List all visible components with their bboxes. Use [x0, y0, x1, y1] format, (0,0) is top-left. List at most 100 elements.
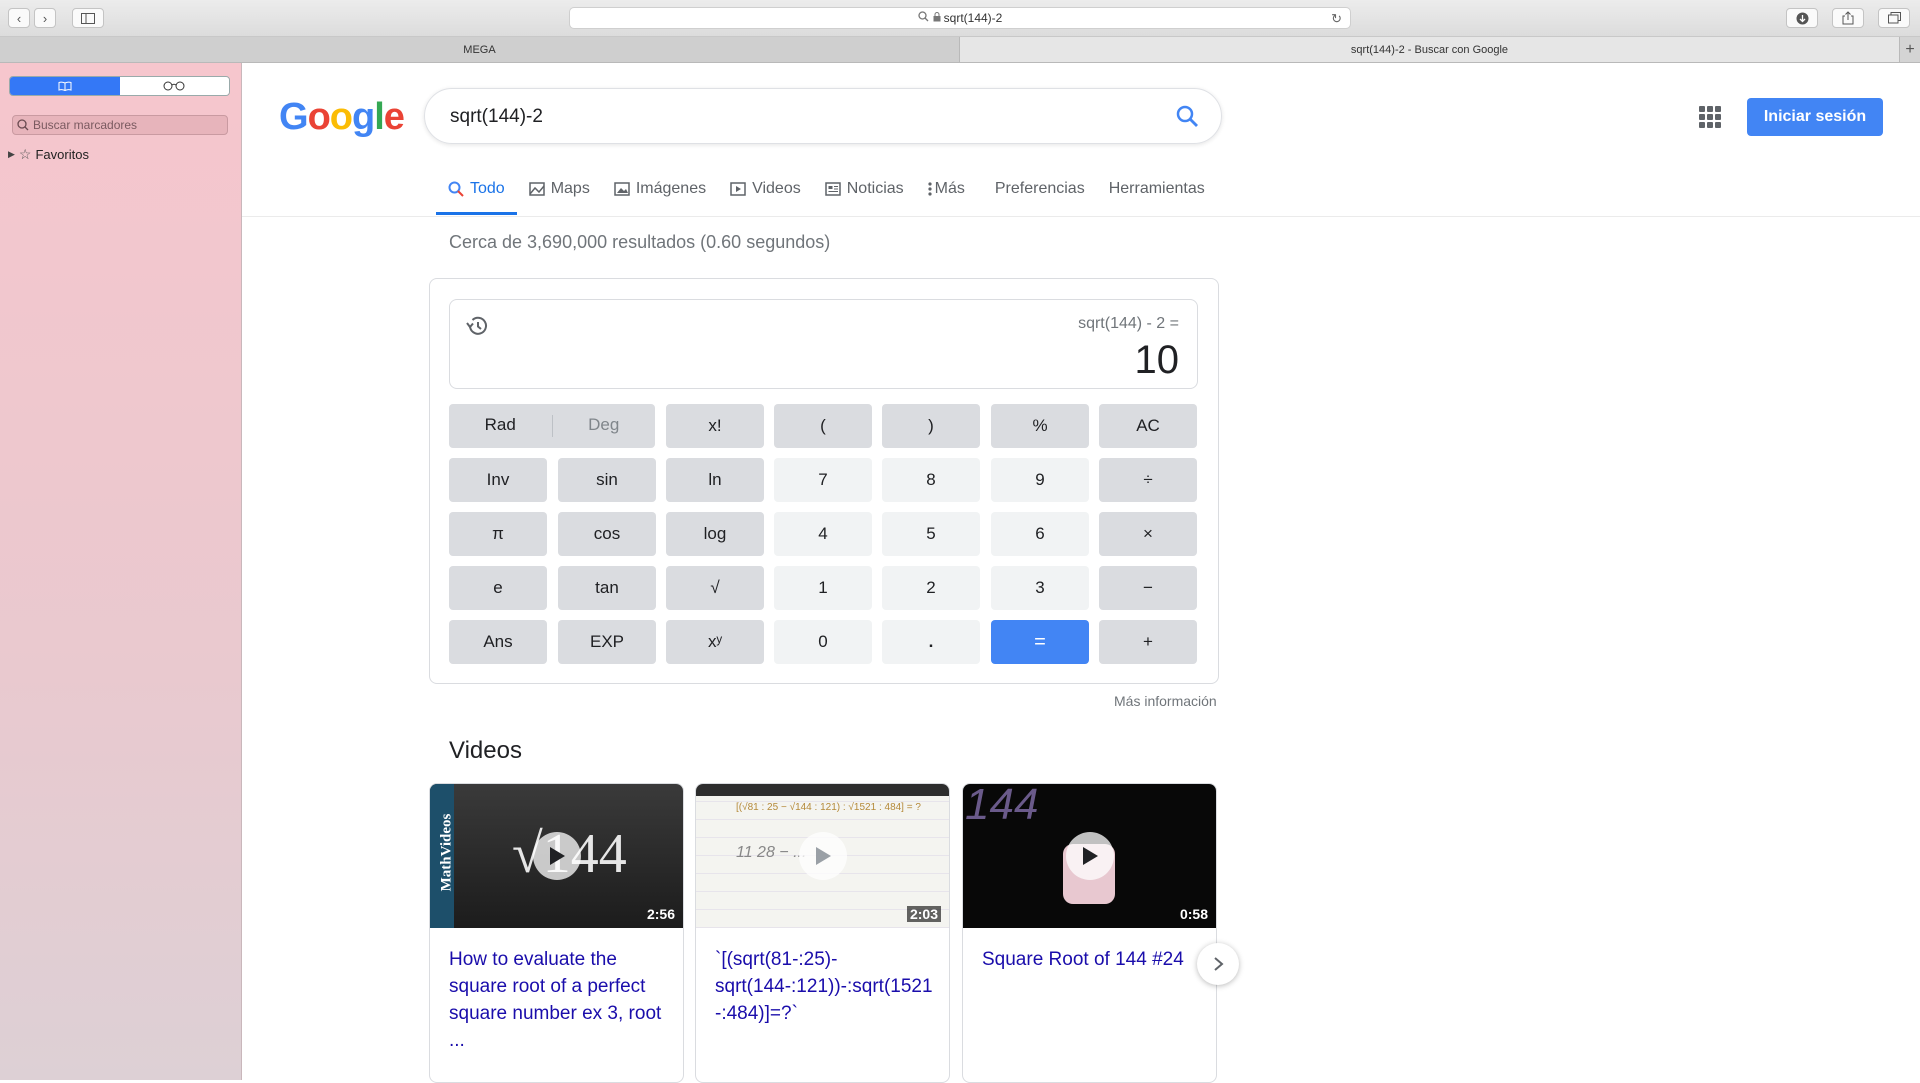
divider [242, 216, 1920, 217]
video-duration: 2:03 [906, 906, 941, 922]
digit-2-key[interactable]: 2 [882, 566, 980, 610]
reading-list-tab[interactable] [119, 77, 229, 95]
google-logo[interactable]: Google [279, 96, 405, 139]
thumbnail-equation: [(√81 : 25 − √144 : 121) : √1521 : 484] … [736, 802, 921, 813]
digit-4-key[interactable]: 4 [774, 512, 872, 556]
map-icon [528, 182, 545, 196]
digit-5-key[interactable]: 5 [882, 512, 980, 556]
play-icon[interactable] [533, 832, 581, 880]
bookmarks-search-placeholder: Buscar marcadores [33, 118, 138, 132]
sidebar-toggle-button[interactable] [72, 8, 104, 28]
search-icon [918, 11, 929, 25]
apps-grid-icon[interactable] [1699, 106, 1721, 128]
digit-9-key[interactable]: 9 [991, 458, 1089, 502]
new-tab-button[interactable]: + [1900, 37, 1920, 62]
share-icon [1842, 11, 1854, 25]
digit-3-key[interactable]: 3 [991, 566, 1089, 610]
sidebar-segmented-control [9, 76, 230, 96]
search-tabs: Todo Maps Imágenes Videos Noticias Más P… [436, 170, 1217, 215]
tab-preferences[interactable]: Preferencias [977, 170, 1097, 212]
tab-label: Más [934, 180, 965, 197]
tab-more[interactable]: Más [916, 170, 977, 212]
share-button[interactable] [1832, 8, 1864, 28]
inverse-key[interactable]: Inv [449, 458, 547, 502]
digit-0-key[interactable]: 0 [774, 620, 872, 664]
tab-tools[interactable]: Herramientas [1097, 170, 1217, 212]
all-clear-key[interactable]: AC [1099, 404, 1197, 448]
close-paren-key[interactable]: ) [882, 404, 980, 448]
disclosure-triangle-icon[interactable]: ▶ [8, 149, 15, 160]
bookmarks-search-input[interactable]: Buscar marcadores [12, 115, 228, 135]
search-icon[interactable] [1175, 104, 1199, 133]
more-info-link[interactable]: Más información [1114, 693, 1217, 709]
sqrt-key[interactable]: √ [666, 566, 764, 610]
digit-8-key[interactable]: 8 [882, 458, 980, 502]
tabs-overview-button[interactable] [1878, 8, 1910, 28]
tab-label: Todo [470, 180, 505, 197]
pi-key[interactable]: π [449, 512, 547, 556]
sign-in-button[interactable]: Iniciar sesión [1747, 98, 1883, 136]
favorites-label: Favoritos [35, 147, 89, 162]
tab-label: Herramientas [1108, 180, 1205, 197]
log-key[interactable]: log [666, 512, 764, 556]
tab-label: Videos [752, 180, 801, 197]
video-title[interactable]: `[(sqrt(81-:25)-sqrt(144-:121))-:sqrt(15… [715, 946, 935, 1027]
tab-news[interactable]: Noticias [813, 170, 916, 212]
play-icon[interactable] [799, 832, 847, 880]
divide-key[interactable]: ÷ [1099, 458, 1197, 502]
channel-label: MathVideos [438, 813, 455, 892]
factorial-key[interactable]: x! [666, 404, 764, 448]
url-text: sqrt(144)-2 [943, 11, 1003, 25]
tab-google-search[interactable]: sqrt(144)-2 - Buscar con Google [960, 37, 1900, 62]
news-icon [824, 182, 841, 196]
video-card[interactable]: MathVideos √144 2:56 How to evaluate the… [429, 783, 684, 1083]
video-icon [730, 182, 746, 196]
video-title[interactable]: How to evaluate the square root of a per… [449, 946, 669, 1054]
decimal-key[interactable]: . [882, 620, 980, 664]
reload-icon[interactable]: ↻ [1331, 11, 1342, 27]
play-icon[interactable] [1066, 832, 1114, 880]
digit-1-key[interactable]: 1 [774, 566, 872, 610]
bookmarks-tab[interactable] [10, 77, 120, 95]
cos-key[interactable]: cos [558, 512, 656, 556]
video-card[interactable]: [(√81 : 25 − √144 : 121) : √1521 : 484] … [695, 783, 950, 1083]
subtract-key[interactable]: − [1099, 566, 1197, 610]
downloads-button[interactable] [1786, 8, 1818, 28]
video-card[interactable]: 144 0:58 Square Root of 144 #24 [962, 783, 1217, 1083]
history-icon[interactable] [464, 314, 490, 343]
sin-key[interactable]: sin [558, 458, 656, 502]
add-key[interactable]: + [1099, 620, 1197, 664]
digit-7-key[interactable]: 7 [774, 458, 872, 502]
euler-key[interactable]: e [449, 566, 547, 610]
address-bar[interactable]: sqrt(144)-2 ↻ [569, 7, 1351, 29]
tab-mega[interactable]: MEGA [0, 37, 960, 62]
video-title[interactable]: Square Root of 144 #24 [982, 946, 1202, 973]
digit-6-key[interactable]: 6 [991, 512, 1089, 556]
favorites-folder[interactable]: ▶ ☆ Favoritos [8, 146, 89, 163]
open-paren-key[interactable]: ( [774, 404, 872, 448]
search-box[interactable]: sqrt(144)-2 [424, 88, 1222, 144]
tab-todo[interactable]: Todo [436, 170, 517, 215]
power-key[interactable]: xʸ [666, 620, 764, 664]
answer-key[interactable]: Ans [449, 620, 547, 664]
multiply-key[interactable]: × [1099, 512, 1197, 556]
video-thumbnail[interactable]: MathVideos √144 2:56 [430, 784, 683, 928]
carousel-next-button[interactable] [1197, 943, 1239, 985]
video-thumbnail[interactable]: [(√81 : 25 − √144 : 121) : √1521 : 484] … [696, 784, 949, 928]
forward-button[interactable]: › [34, 8, 56, 28]
search-input[interactable]: sqrt(144)-2 [450, 106, 543, 128]
percent-key[interactable]: % [991, 404, 1089, 448]
lock-icon [933, 11, 941, 25]
tan-key[interactable]: tan [558, 566, 656, 610]
ln-key[interactable]: ln [666, 458, 764, 502]
equals-key[interactable]: = [991, 620, 1089, 664]
tab-videos[interactable]: Videos [718, 170, 813, 212]
video-thumbnail[interactable]: 144 0:58 [963, 784, 1216, 928]
exp-key[interactable]: EXP [558, 620, 656, 664]
back-button[interactable]: ‹ [8, 8, 30, 28]
tab-images[interactable]: Imágenes [602, 170, 718, 212]
deg-label[interactable]: Deg [553, 415, 656, 437]
rad-label[interactable]: Rad [449, 415, 552, 437]
tab-maps[interactable]: Maps [517, 170, 602, 212]
rad-deg-toggle[interactable]: Rad Deg [449, 404, 655, 448]
